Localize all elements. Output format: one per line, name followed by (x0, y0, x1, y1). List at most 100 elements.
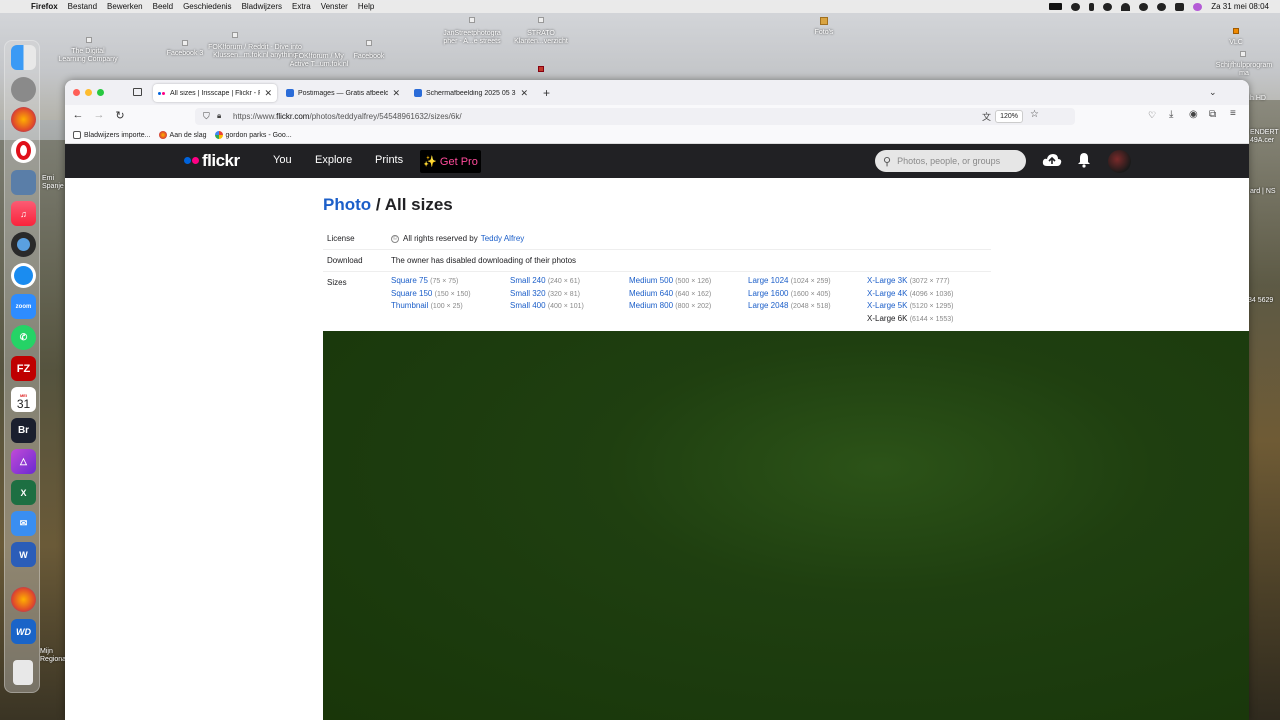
desktop-icon-label[interactable]: Foto's (804, 29, 844, 37)
adobe-bridge-icon[interactable]: Br (11, 418, 36, 443)
zoom-level-button[interactable]: 120% (995, 110, 1023, 123)
dark-mode-icon[interactable] (1071, 2, 1081, 11)
extensions-icon[interactable]: ⧉ (1209, 109, 1216, 120)
affinity-photo-icon[interactable]: △ (11, 449, 36, 474)
size-option[interactable]: X-Large 3K (3072 × 777) (867, 276, 986, 289)
size-option[interactable]: Large 1600 (1600 × 405) (748, 289, 867, 302)
photo-preview[interactable] (323, 331, 1249, 720)
desktop-icon-label[interactable]: Mijn Regiona (40, 648, 66, 664)
nav-prints[interactable]: Prints (375, 154, 403, 166)
mail-icon[interactable]: ✉ (11, 511, 36, 536)
desktop-icon-label[interactable]: The Digital Learning Company (50, 48, 126, 64)
size-name[interactable]: Square 150 (391, 289, 432, 298)
filezilla-file-icon[interactable] (538, 66, 544, 72)
bookmark-star-icon[interactable]: ☆ (1030, 109, 1039, 120)
desktop-icon-label[interactable]: 34 5629 (1248, 297, 1280, 305)
downloads-icon[interactable]: ⤓ (1169, 109, 1173, 120)
menu-bestand[interactable]: Bestand (68, 2, 97, 11)
desktop-icon-label[interactable]: FOK!forum / My Active T...um.fok.nl (284, 53, 354, 69)
control-center-icon[interactable] (1175, 2, 1185, 11)
new-tab-button[interactable]: + (543, 86, 550, 100)
reload-button[interactable]: ↻ (113, 109, 127, 122)
close-tab-icon[interactable]: ✕ (392, 88, 400, 99)
wd-drive-icon[interactable] (1049, 3, 1063, 10)
menu-extra[interactable]: Extra (292, 2, 311, 11)
preview-icon[interactable] (11, 170, 36, 195)
tab-postimages[interactable]: Postimages — Gratis afbeelding ✕ (281, 84, 405, 102)
system-settings-icon[interactable] (11, 77, 36, 102)
siri-icon[interactable] (1193, 2, 1203, 11)
search-input[interactable]: ⚲ Photos, people, or groups (875, 150, 1026, 172)
account-icon[interactable]: ◉ (1189, 109, 1198, 120)
close-tab-icon[interactable]: ✕ (520, 88, 528, 99)
bluetooth-icon[interactable] (1089, 2, 1095, 11)
desktop-file-icon[interactable] (366, 40, 372, 46)
back-button[interactable]: ← (71, 109, 85, 121)
forward-button[interactable]: → (92, 109, 106, 121)
photos-folder-icon[interactable] (820, 17, 828, 25)
size-name[interactable]: Small 400 (510, 301, 546, 310)
translate-icon[interactable]: 文 (982, 110, 991, 123)
pocket-icon[interactable]: ♡ (1148, 110, 1156, 121)
desktop-file-icon[interactable] (538, 17, 544, 23)
nav-explore[interactable]: Explore (315, 154, 352, 166)
vlc-icon[interactable] (1233, 28, 1239, 34)
user-avatar[interactable] (1108, 150, 1131, 173)
size-name[interactable]: X-Large 3K (867, 276, 907, 285)
size-name[interactable]: Large 1600 (748, 289, 788, 298)
nav-you[interactable]: You (273, 154, 292, 166)
tab-overview-icon[interactable] (133, 88, 142, 96)
desktop-icon-label[interactable]: STRATO Klanten...verzicht (506, 30, 576, 46)
size-option[interactable]: Thumbnail (100 × 25) (391, 301, 510, 314)
notifications-bell-icon[interactable] (1077, 152, 1091, 168)
disk-utility-icon[interactable] (1240, 51, 1246, 57)
firefox-second-icon[interactable] (11, 587, 36, 612)
desktop-file-icon[interactable] (469, 17, 475, 23)
size-name[interactable]: Square 75 (391, 276, 428, 285)
desktop-icon-label[interactable]: Facebook (346, 53, 392, 61)
size-option[interactable]: X-Large 4K (4096 × 1036) (867, 289, 986, 302)
minimize-window-button[interactable] (85, 89, 92, 96)
size-name[interactable]: X-Large 5K (867, 301, 907, 310)
size-option[interactable]: Medium 800 (800 × 202) (629, 301, 748, 314)
size-name[interactable]: Small 240 (510, 276, 546, 285)
menu-bewerken[interactable]: Bewerken (107, 2, 143, 11)
size-option[interactable]: Square 150 (150 × 150) (391, 289, 510, 302)
menu-bladwijzers[interactable]: Bladwijzers (242, 2, 282, 11)
filezilla-icon[interactable]: FZ (11, 356, 36, 381)
tab-schermafbeelding[interactable]: Schermafbeelding 2025 05 31 o ✕ (409, 84, 533, 102)
zoom-window-button[interactable] (97, 89, 104, 96)
owner-link[interactable]: Teddy Alfrey (481, 234, 525, 243)
trash-icon[interactable] (13, 660, 33, 685)
size-name[interactable]: Medium 800 (629, 301, 673, 310)
size-option[interactable]: Small 240 (240 × 61) (510, 276, 629, 289)
bookmark-getting-started[interactable]: Aan de slag (158, 131, 207, 139)
camera-raw-icon[interactable] (11, 232, 36, 257)
desktop-file-icon[interactable] (182, 40, 188, 46)
firefox-icon[interactable] (11, 107, 36, 132)
user-icon[interactable] (1139, 2, 1149, 11)
desktop-file-icon[interactable] (86, 37, 92, 43)
size-option[interactable]: X-Large 5K (5120 × 1295) (867, 301, 986, 314)
finder-icon[interactable] (11, 45, 36, 70)
upload-cloud-icon[interactable] (1042, 153, 1062, 167)
size-option[interactable]: Small 400 (400 × 101) (510, 301, 629, 314)
menu-geschiedenis[interactable]: Geschiedenis (183, 2, 231, 11)
menu-venster[interactable]: Venster (321, 2, 348, 11)
whatsapp-icon[interactable]: ✆ (11, 325, 36, 350)
size-name[interactable]: Large 1024 (748, 276, 788, 285)
shield-icon[interactable]: ⛉ (203, 111, 210, 122)
wd-discovery-icon[interactable]: WD (11, 619, 36, 644)
size-option[interactable]: Large 2048 (2048 × 518) (748, 301, 867, 314)
photo-link[interactable]: Photo (323, 195, 371, 214)
desktop-icon-label[interactable]: VLC (1220, 39, 1252, 47)
music-icon[interactable]: ♫ (11, 201, 36, 226)
size-name[interactable]: Large 2048 (748, 301, 788, 310)
size-option[interactable]: Square 75 (75 × 75) (391, 276, 510, 289)
safari-icon[interactable] (11, 263, 36, 288)
flickr-logo-icon[interactable] (184, 157, 199, 164)
menu-app-firefox[interactable]: Firefox (31, 2, 58, 11)
size-name[interactable]: Small 320 (510, 289, 546, 298)
bookmark-import[interactable]: Bladwijzers importe... (73, 131, 151, 139)
wifi-icon[interactable] (1121, 2, 1131, 11)
